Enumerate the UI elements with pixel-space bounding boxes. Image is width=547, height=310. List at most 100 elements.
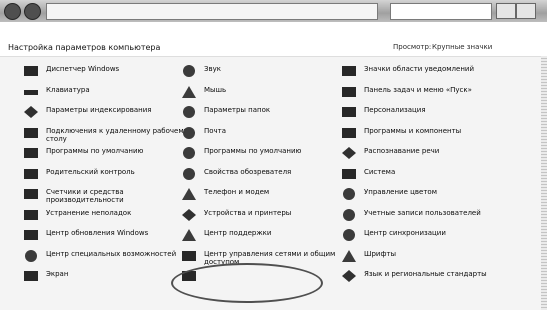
control-panel-item[interactable]: Диспетчер Windows bbox=[22, 62, 200, 82]
control-panel-item[interactable]: Устранение неполадок bbox=[22, 206, 200, 226]
mail-icon bbox=[180, 126, 198, 140]
view-by-dropdown[interactable]: Крупные значки bbox=[432, 43, 492, 51]
control-panel-item-label: Экран bbox=[46, 270, 69, 278]
control-panel-item[interactable]: Звук bbox=[180, 62, 358, 82]
control-panel-item-label: Диспетчер Windows bbox=[46, 65, 120, 73]
color-icon bbox=[340, 187, 358, 201]
access-icon bbox=[22, 249, 40, 263]
globe-icon bbox=[180, 167, 198, 181]
control-panel-item[interactable]: Мышь bbox=[180, 83, 358, 103]
perf-icon bbox=[22, 187, 40, 201]
flag-icon bbox=[180, 228, 198, 242]
personalize-icon bbox=[340, 105, 358, 119]
control-panel-item-label: Значки области уведомлений bbox=[364, 65, 474, 73]
control-panel-item[interactable]: Счетчики и средства производительности bbox=[22, 185, 200, 205]
control-panel-item-label: Распознавание речи bbox=[364, 147, 440, 155]
control-panel-item[interactable] bbox=[180, 267, 358, 287]
control-panel-item[interactable]: Персонализация bbox=[340, 103, 518, 123]
control-panel-item[interactable]: Управление цветом bbox=[340, 185, 518, 205]
window-titlebar bbox=[0, 0, 547, 23]
control-panel-item[interactable]: Параметры папок bbox=[180, 103, 358, 123]
control-panel-item-label: Центр поддержки bbox=[204, 229, 272, 237]
control-panel-item-label: Центр управления сетями и общим доступом bbox=[204, 249, 336, 266]
control-panel-item[interactable]: Программы по умолчанию bbox=[180, 144, 358, 164]
taskbar-icon bbox=[340, 85, 358, 99]
defaults2-icon bbox=[180, 146, 198, 160]
printer-icon bbox=[180, 208, 198, 222]
minimize-button[interactable] bbox=[496, 3, 516, 19]
control-panel-item[interactable]: Экран bbox=[22, 267, 200, 287]
control-panel-item[interactable]: Центр обновления Windows bbox=[22, 226, 200, 246]
speaker-icon bbox=[180, 64, 198, 78]
control-panel-item-label: Устройства и принтеры bbox=[204, 208, 292, 217]
control-panel-item-label: Счетчики и средства производительности bbox=[46, 188, 124, 204]
font-icon bbox=[340, 249, 358, 263]
control-panel-item-label: Центр специальных возможностей bbox=[46, 249, 177, 258]
control-panel-item[interactable]: Программы и компоненты bbox=[340, 124, 518, 144]
page-title: Настройка параметров компьютера bbox=[8, 43, 161, 52]
control-panel-item[interactable]: Язык и региональные стандарты bbox=[340, 267, 518, 287]
control-panel-item-label: Панель задач и меню «Пуск» bbox=[364, 85, 472, 94]
control-panel-item-label: Устранение неполадок bbox=[46, 208, 132, 217]
control-panel-item-label: Персонализация bbox=[364, 106, 426, 114]
control-panel-item-label: Параметры папок bbox=[204, 106, 271, 114]
vertical-scrollbar[interactable] bbox=[541, 56, 547, 310]
folder-icon bbox=[180, 105, 198, 119]
control-panel-item-label: Программы и компоненты bbox=[364, 126, 462, 135]
control-panel-item[interactable]: Центр синхронизации bbox=[340, 226, 518, 246]
troubleshoot-icon bbox=[22, 208, 40, 222]
control-panel-item[interactable]: Система bbox=[340, 165, 518, 185]
control-panel-item[interactable]: Почта bbox=[180, 124, 358, 144]
control-panel-item[interactable]: Центр специальных возможностей bbox=[22, 247, 200, 267]
update-icon bbox=[22, 228, 40, 242]
control-panel-item-label: Шрифты bbox=[364, 249, 397, 258]
control-panel-item[interactable]: Шрифты bbox=[340, 247, 518, 267]
address-bar[interactable] bbox=[46, 3, 378, 20]
control-panel-item-label: Подключения к удаленному рабочему столу bbox=[46, 126, 188, 143]
control-panel-item-label: Параметры индексирования bbox=[46, 106, 152, 114]
control-panel-item-label: Свойства обозревателя bbox=[204, 167, 292, 176]
control-panel-item[interactable]: Подключения к удаленному рабочему столу bbox=[22, 124, 200, 144]
control-panel-item[interactable]: Параметры индексирования bbox=[22, 103, 200, 123]
control-panel-item-label: Учетные записи пользователей bbox=[364, 208, 481, 217]
control-panel-header: Настройка параметров компьютера Просмотр… bbox=[0, 22, 547, 57]
control-panel-item-label: Язык и региональные стандарты bbox=[364, 270, 487, 278]
maximize-button[interactable] bbox=[516, 3, 536, 19]
control-panel-item[interactable]: Панель задач и меню «Пуск» bbox=[340, 83, 518, 103]
forward-button[interactable] bbox=[24, 3, 41, 20]
control-panel-item-label: Телефон и модем bbox=[204, 188, 270, 196]
control-panel-item[interactable]: Клавиатура bbox=[22, 83, 200, 103]
mouse-icon bbox=[180, 85, 198, 99]
search-input[interactable] bbox=[390, 3, 492, 20]
control-panel-item-label: Программы по умолчанию bbox=[46, 147, 144, 155]
index-icon bbox=[22, 105, 40, 119]
control-panel-item-label: Программы по умолчанию bbox=[204, 147, 302, 155]
control-panel-item[interactable]: Центр поддержки bbox=[180, 226, 358, 246]
control-panel-item[interactable]: Телефон и модем bbox=[180, 185, 358, 205]
notify-icon bbox=[340, 64, 358, 78]
control-panel-item-label: Система bbox=[364, 167, 396, 176]
back-button[interactable] bbox=[4, 3, 21, 20]
screen-icon bbox=[22, 269, 40, 283]
control-panel-item-label: Звук bbox=[204, 65, 221, 73]
control-panel-item-label: Мышь bbox=[204, 85, 227, 94]
remote-icon bbox=[22, 126, 40, 140]
control-icon bbox=[22, 64, 40, 78]
control-panel-item-label: Центр обновления Windows bbox=[46, 229, 149, 237]
parental-icon bbox=[22, 167, 40, 181]
control-panel-item-label: Центр синхронизации bbox=[364, 229, 446, 237]
control-panel-item[interactable]: Программы по умолчанию bbox=[22, 144, 200, 164]
control-panel-item-label: Управление цветом bbox=[364, 188, 437, 196]
control-panel-grid: Диспетчер Windows Звук Значки области увед… bbox=[0, 56, 541, 310]
control-panel-item[interactable]: Распознавание речи bbox=[340, 144, 518, 164]
control-panel-item[interactable]: Свойства обозревателя bbox=[180, 165, 358, 185]
keyboard-icon bbox=[22, 85, 40, 99]
programs-icon bbox=[340, 126, 358, 140]
control-panel-item[interactable]: Учетные записи пользователей bbox=[340, 206, 518, 226]
control-panel-item[interactable]: Значки области уведомлений bbox=[340, 62, 518, 82]
control-panel-item[interactable]: Центр управления сетями и общим доступом bbox=[180, 247, 358, 267]
control-panel-item[interactable]: Устройства и принтеры bbox=[180, 206, 358, 226]
control-panel-item[interactable]: Родительский контроль bbox=[22, 165, 200, 185]
speech-icon bbox=[340, 146, 358, 160]
control-panel-item-label: Родительский контроль bbox=[46, 167, 135, 176]
